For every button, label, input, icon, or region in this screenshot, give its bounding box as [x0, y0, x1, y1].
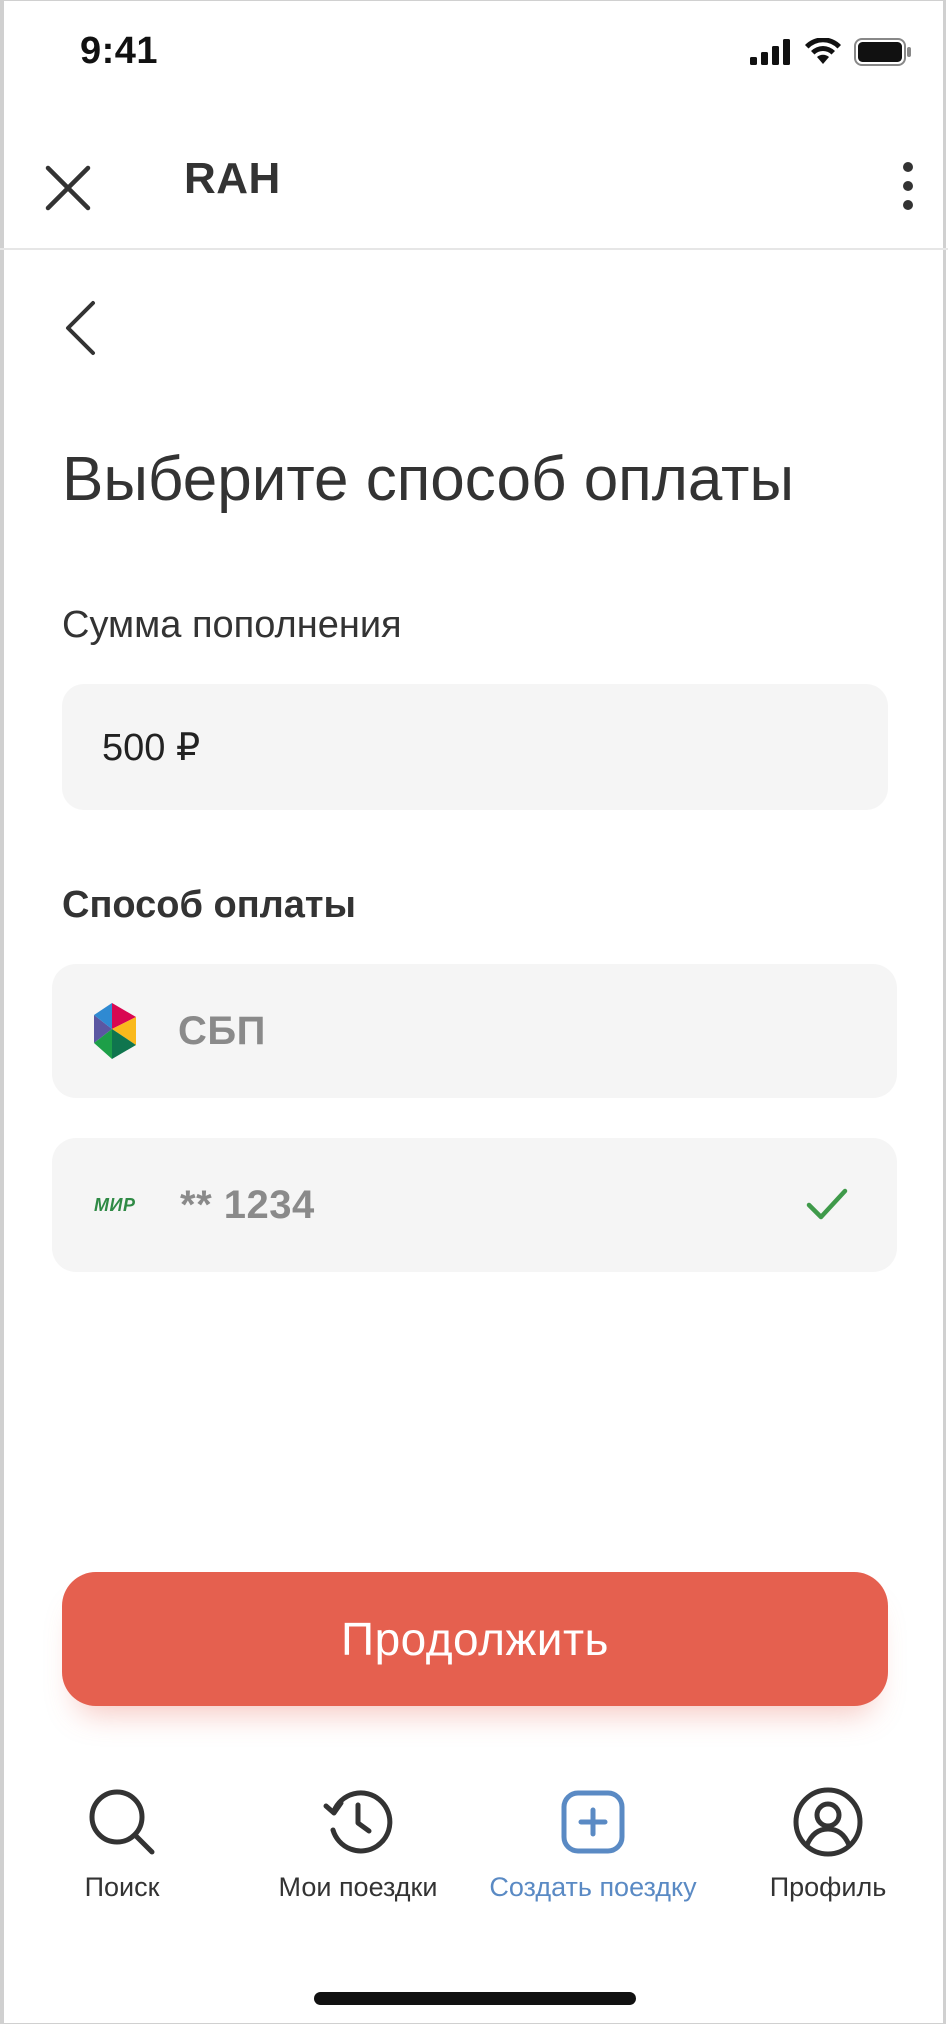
nav-label: Профиль — [769, 1872, 887, 1902]
payment-option-sbp[interactable]: СБП — [52, 964, 897, 1098]
history-icon — [322, 1786, 394, 1858]
more-menu-button[interactable] — [888, 156, 928, 216]
plus-square-icon — [557, 1786, 629, 1858]
back-button[interactable] — [52, 294, 108, 362]
payment-option-label: СБП — [178, 1008, 266, 1053]
more-dot — [903, 181, 913, 191]
sbp-logo-icon — [86, 1001, 146, 1061]
status-time: 9:41 — [80, 30, 159, 72]
amount-label: Сумма пополнения — [62, 604, 402, 646]
nav-item-create-trip[interactable]: Создать поездку — [475, 1786, 711, 1903]
app-title: RAH — [184, 154, 281, 203]
profile-icon — [792, 1786, 864, 1858]
more-dot — [903, 200, 913, 210]
checkmark-icon — [806, 1188, 848, 1220]
nav-label: Мои поездки — [278, 1872, 438, 1902]
nav-item-my-trips[interactable]: Мои поездки — [240, 1786, 476, 1903]
card-number-label: ** 1234 — [180, 1182, 315, 1227]
app-header: RAH — [0, 110, 948, 250]
payment-method-label: Способ оплаты — [62, 884, 356, 926]
nav-label: Поиск — [84, 1872, 160, 1902]
battery-icon — [854, 38, 911, 66]
close-button[interactable] — [38, 158, 98, 218]
close-icon — [45, 165, 91, 211]
continue-button[interactable]: Продолжить — [62, 1572, 888, 1706]
amount-input[interactable]: 500 ₽ — [62, 684, 888, 810]
search-icon — [86, 1786, 158, 1858]
mir-logo-icon: МИР — [94, 1194, 136, 1215]
home-indicator — [314, 1992, 636, 2005]
nav-label: Создать поездку — [489, 1872, 697, 1902]
nav-item-profile[interactable]: Профиль — [710, 1786, 946, 1903]
cellular-signal-icon — [750, 39, 790, 65]
wifi-icon — [805, 38, 841, 64]
more-dot — [903, 162, 913, 172]
payment-option-card[interactable]: МИР ** 1234 — [52, 1138, 897, 1272]
chevron-left-icon — [66, 301, 95, 355]
nav-item-search[interactable]: Поиск — [4, 1786, 240, 1903]
page-title: Выберите способ оплаты — [62, 445, 795, 514]
status-icons — [750, 38, 912, 66]
